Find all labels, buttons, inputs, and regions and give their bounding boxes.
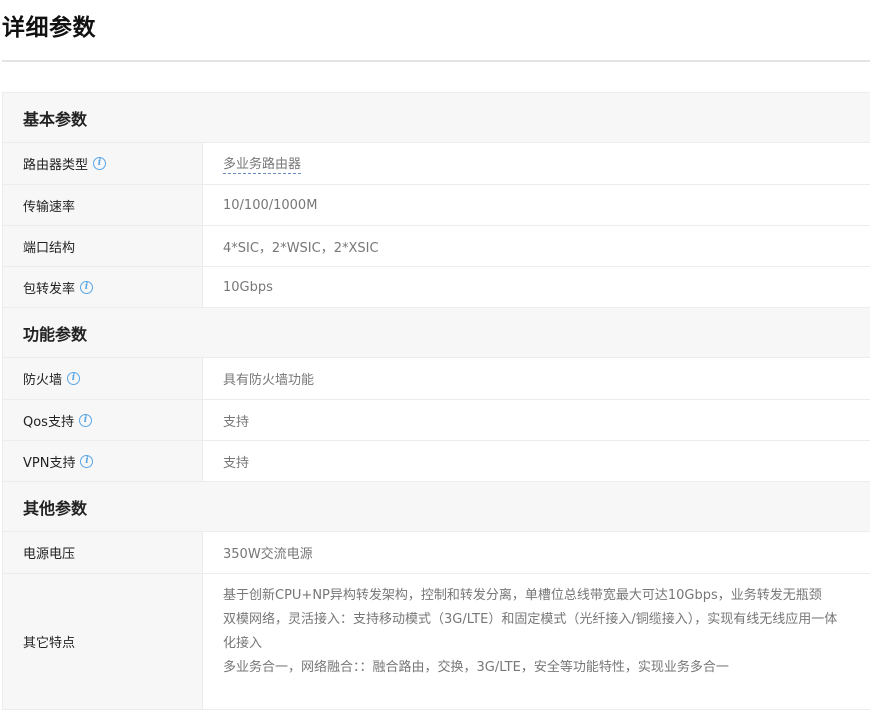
spec-label-text: 防火墙 <box>23 373 63 388</box>
spec-value: 4*SIC，2*WSIC，2*XSIC <box>203 226 870 266</box>
info-circle-icon[interactable]: i <box>78 413 92 427</box>
spec-label: 传输速率 <box>3 185 203 225</box>
spec-row-vpn: VPN支持 i 支持 <box>3 441 870 482</box>
spec-label-text: Qos支持 <box>23 414 74 430</box>
spec-value: 350W交流电源 <box>203 532 870 573</box>
spec-label-text: 电源电压 <box>23 547 76 562</box>
spec-value-text: 具有防火墙功能 <box>223 373 315 388</box>
router-type-link[interactable]: 多业务路由器 <box>223 153 302 174</box>
spec-label-text: 端口结构 <box>23 240 76 256</box>
spec-row-firewall: 防火墙 i 具有防火墙功能 <box>3 358 870 400</box>
section-header-other: 其他参数 <box>3 482 870 532</box>
spec-label-text: 包转发率 <box>23 281 76 297</box>
feature-paragraph: 双模网络，灵活接入：支持移动模式（3G/LTE）和固定模式（光纤接入/铜缆接入）… <box>223 612 838 651</box>
spec-label-text: 其它特点 <box>23 636 76 651</box>
section-header-basic: 基本参数 <box>3 93 870 143</box>
spec-value-text: 4*SIC，2*WSIC，2*XSIC <box>223 240 379 256</box>
spec-label: 端口结构 <box>3 226 203 266</box>
info-circle-icon[interactable]: i <box>93 157 107 170</box>
spec-table: 基本参数 路由器类型 i 多业务路由器 传输速率 10/100/1000M 端口… <box>2 92 870 710</box>
spec-label: Qos支持 i <box>3 400 203 440</box>
spec-row-router-type: 路由器类型 i 多业务路由器 <box>3 143 870 185</box>
spec-value: 支持 <box>203 441 870 481</box>
info-circle-icon[interactable]: i <box>67 372 81 385</box>
spec-row-other-features: 其它特点 基于创新CPU+NP异构转发架构，控制和转发分离，单槽位总线带宽最大可… <box>3 574 870 710</box>
spec-value: 10/100/1000M <box>203 185 870 225</box>
spec-value: 10Gbps <box>203 267 870 307</box>
spec-label-text: VPN支持 <box>23 455 76 471</box>
features-text: 基于创新CPU+NP异构转发架构，控制和转发分离，单槽位总线带宽最大可达10Gb… <box>223 584 841 680</box>
spec-value: 多业务路由器 <box>203 143 870 184</box>
section-header-function: 功能参数 <box>3 308 870 358</box>
spec-row-qos: Qos支持 i 支持 <box>3 400 870 441</box>
spec-value-text: 支持 <box>223 414 250 430</box>
spec-row-transfer-rate: 传输速率 10/100/1000M <box>3 185 870 226</box>
spec-value: 基于创新CPU+NP异构转发架构，控制和转发分离，单槽位总线带宽最大可达10Gb… <box>203 574 870 709</box>
feature-paragraph: 基于创新CPU+NP异构转发架构，控制和转发分离，单槽位总线带宽最大可达10Gb… <box>223 588 822 603</box>
spec-label-text: 传输速率 <box>23 199 76 215</box>
spec-label: 电源电压 <box>3 532 203 573</box>
spec-value-text: 10Gbps <box>223 279 273 295</box>
spec-row-packet-forwarding: 包转发率 i 10Gbps <box>3 267 870 308</box>
spec-label: 包转发率 i <box>3 267 203 307</box>
page-title: 详细参数 <box>2 15 96 41</box>
info-circle-icon[interactable]: i <box>80 454 94 468</box>
feature-paragraph: 多业务合一，网络融合：：融合路由，交换，3G/LTE，安全等功能特性，实现业务多… <box>223 660 729 675</box>
info-circle-icon[interactable]: i <box>80 280 94 294</box>
spec-label: VPN支持 i <box>3 441 203 481</box>
spec-value: 具有防火墙功能 <box>203 358 870 399</box>
title-divider <box>2 60 870 62</box>
spec-label: 路由器类型 i <box>3 143 203 184</box>
spec-value: 支持 <box>203 400 870 440</box>
spec-label: 防火墙 i <box>3 358 203 399</box>
spec-value-text: 10/100/1000M <box>223 197 318 213</box>
spec-label: 其它特点 <box>3 574 203 709</box>
spec-value-text: 350W交流电源 <box>223 547 313 562</box>
spec-row-port-structure: 端口结构 4*SIC，2*WSIC，2*XSIC <box>3 226 870 267</box>
spec-label-text: 路由器类型 <box>23 158 89 173</box>
spec-value-text: 支持 <box>223 455 250 471</box>
spec-row-power: 电源电压 350W交流电源 <box>3 532 870 574</box>
